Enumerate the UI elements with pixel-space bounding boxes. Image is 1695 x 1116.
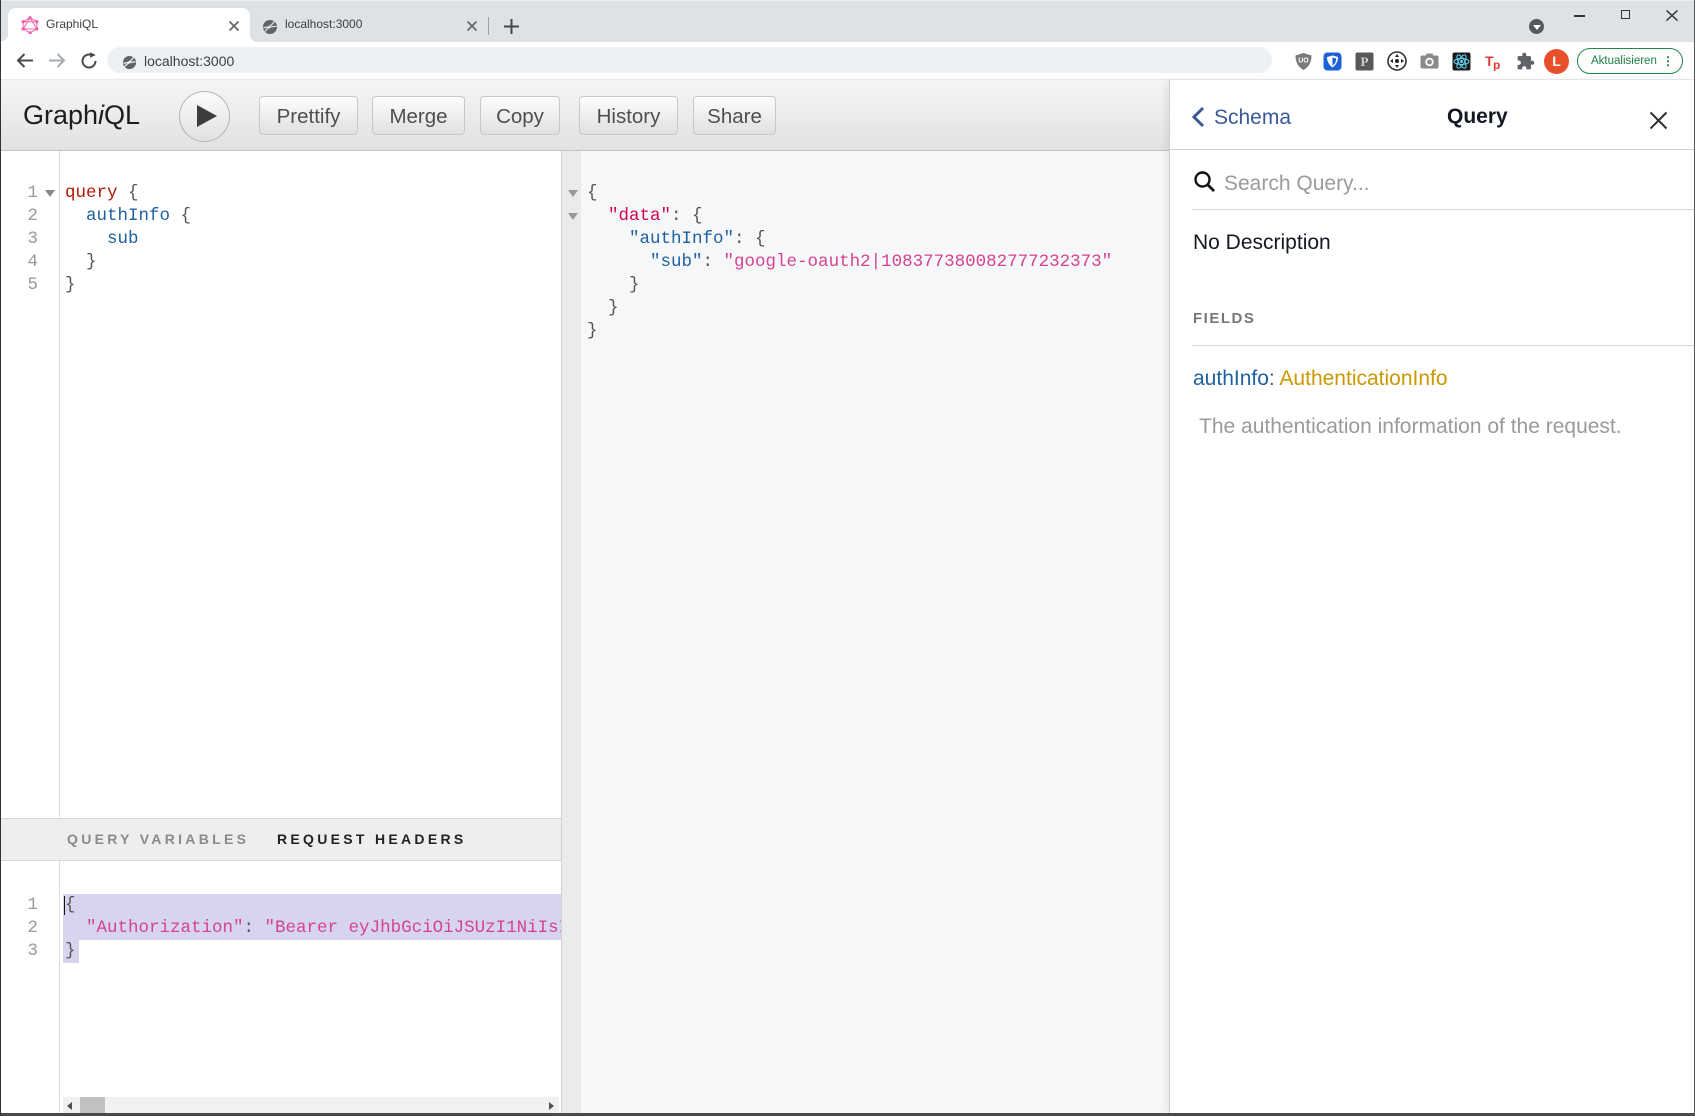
svg-text:UO: UO: [1298, 58, 1309, 65]
svg-text:P: P: [1361, 54, 1369, 69]
svg-text:p: p: [1493, 58, 1500, 71]
